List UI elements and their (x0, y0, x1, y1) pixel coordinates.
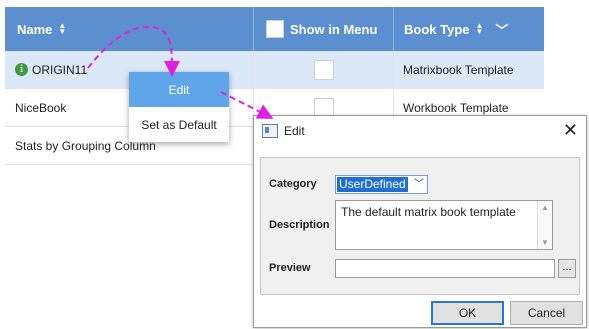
preview-label: Preview (269, 262, 311, 274)
dialog-title-bar[interactable]: Edit ✕ (254, 116, 586, 146)
show-in-menu-checkbox[interactable] (314, 59, 334, 80)
column-header-book-type[interactable]: Book Type ▲ ▼ ﹀ (393, 7, 554, 51)
close-icon[interactable]: ✕ (563, 120, 578, 141)
description-textarea[interactable]: The default matrix book template ▲ ▼ (335, 200, 553, 250)
preview-field[interactable] (335, 259, 555, 278)
column-header-book-type-label: Book Type (404, 21, 470, 37)
info-icon: i (15, 63, 28, 76)
menu-item-set-as-default[interactable]: Set as Default (129, 107, 229, 142)
column-header-name[interactable]: Name ▲ ▼ (17, 7, 66, 51)
cancel-button[interactable]: Cancel (510, 301, 583, 325)
scroll-up-icon[interactable]: ▲ (541, 203, 549, 212)
category-dropdown[interactable]: UserDefined ﹀ (335, 175, 428, 194)
description-scrollbar[interactable]: ▲ ▼ (537, 201, 552, 249)
window-icon (262, 124, 278, 138)
row-show-cell (314, 51, 334, 88)
dialog-title: Edit (284, 124, 305, 138)
scroll-down-icon[interactable]: ▼ (541, 238, 549, 247)
dropdown-arrow-icon[interactable]: ﹀ (414, 176, 424, 193)
select-all-checkbox[interactable] (266, 20, 284, 38)
row-name: NiceBook (15, 100, 67, 115)
description-text: The default matrix book template (341, 205, 516, 219)
category-value: UserDefined (337, 177, 408, 192)
ok-button[interactable]: OK (431, 301, 504, 325)
column-header-name-label: Name (17, 21, 53, 37)
table-header: Name ▲ ▼ Show in Menu Book Type ▲ ▼ ﹀ (5, 7, 544, 51)
browse-button[interactable]: ... (558, 259, 576, 278)
chevron-down-icon[interactable]: ﹀ (495, 20, 508, 39)
sort-icon[interactable]: ▲ ▼ (58, 22, 66, 36)
context-menu: Edit Set as Default (129, 72, 229, 142)
row-name-cell: i ORIGIN11 (15, 51, 87, 88)
edit-dialog: Edit ✕ Category UserDefined ﹀ Descriptio… (253, 115, 587, 328)
column-header-show-in-menu-label: Show in Menu (290, 21, 378, 37)
dialog-form: Category UserDefined ﹀ Description The d… (260, 157, 580, 295)
column-header-show-in-menu[interactable]: Show in Menu (253, 7, 406, 51)
row-name: ORIGIN11 (32, 62, 88, 77)
menu-item-edit[interactable]: Edit (129, 72, 229, 107)
table-row[interactable]: i ORIGIN11 Matrixbook Template (5, 51, 544, 89)
category-label: Category (269, 178, 317, 190)
row-book-type: Matrixbook Template (403, 62, 514, 77)
description-label: Description (269, 219, 330, 231)
sort-icon[interactable]: ▲ ▼ (476, 22, 484, 36)
